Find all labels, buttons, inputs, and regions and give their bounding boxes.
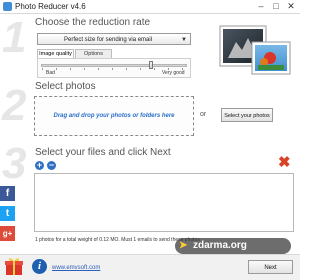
file-list[interactable] <box>34 173 294 232</box>
remove-file-button[interactable]: − <box>47 161 56 170</box>
select-photos-title: Select photos <box>35 81 96 92</box>
info-icon[interactable]: i <box>32 259 47 274</box>
or-label: or <box>200 111 207 118</box>
step-number-3: 3 <box>2 139 27 188</box>
chevron-down-icon: ▼ <box>181 37 187 43</box>
delete-x-icon[interactable]: ✖ <box>278 155 291 170</box>
tab-options[interactable]: Options <box>75 49 112 58</box>
minimize-button[interactable]: – <box>254 1 268 12</box>
watermark-text: zdarma.org <box>193 240 247 251</box>
website-link[interactable]: www.emvsoft.com <box>52 265 100 271</box>
photo-frames-illustration <box>219 25 291 75</box>
gift-icon <box>5 258 23 275</box>
next-button[interactable]: Next <box>248 260 293 274</box>
app-icon <box>3 2 12 11</box>
step-number-2: 2 <box>2 81 27 130</box>
drop-zone-text: Drag and drop your photos or folders her… <box>53 113 175 119</box>
add-files-button[interactable]: + <box>35 161 44 170</box>
watermark-badge: ➤ zdarma.org <box>175 238 291 254</box>
select-files-title: Select your files and click Next <box>35 147 171 158</box>
twitter-icon[interactable]: t <box>0 206 15 221</box>
googleplus-icon[interactable]: g+ <box>0 226 15 241</box>
step-number-1: 1 <box>2 13 27 62</box>
quality-slider-thumb[interactable] <box>148 61 153 69</box>
slider-max-label: Very good <box>162 70 185 76</box>
watermark-arrow-icon: ➤ <box>179 240 188 251</box>
reduction-rate-value: Perfect size for sending via email <box>64 37 153 43</box>
maximize-button[interactable]: □ <box>269 1 283 12</box>
quality-slider[interactable] <box>41 64 187 67</box>
window-title: Photo Reducer v4.6 <box>15 2 86 11</box>
slider-min-label: Bad <box>46 70 55 76</box>
close-button[interactable]: ✕ <box>284 1 298 12</box>
tab-image-quality[interactable]: Image quality <box>37 49 74 58</box>
reduction-rate-dropdown[interactable]: Perfect size for sending via email ▼ <box>37 33 191 45</box>
facebook-icon[interactable]: f <box>0 186 15 201</box>
select-photos-button[interactable]: Select your photos <box>221 108 273 122</box>
reduction-title: Choose the reduction rate <box>35 17 151 28</box>
